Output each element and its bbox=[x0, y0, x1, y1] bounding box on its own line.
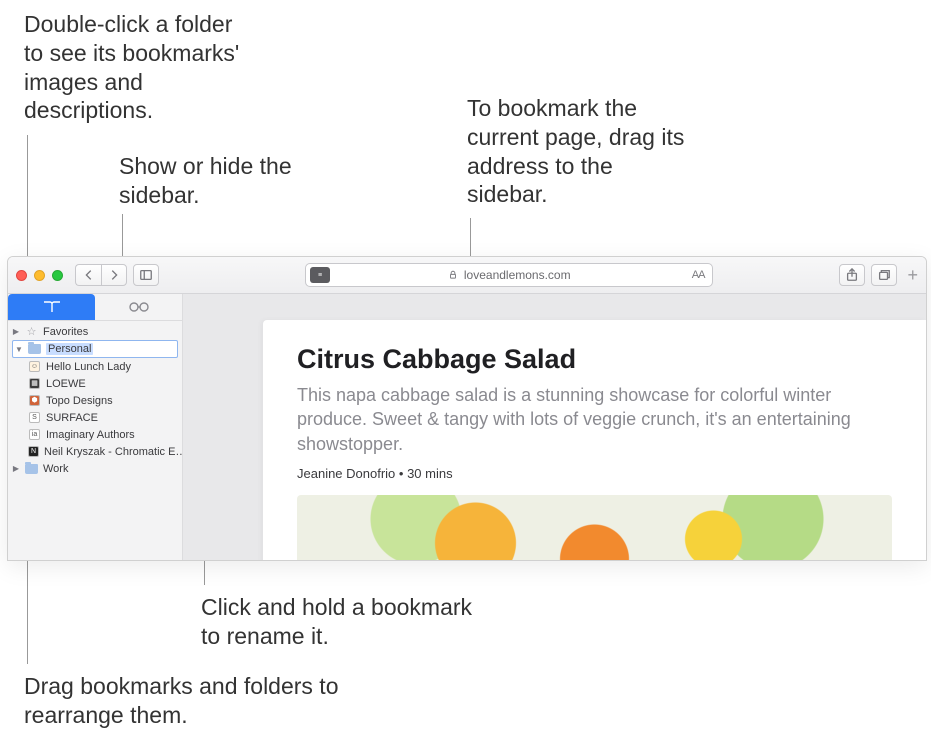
article-description: This napa cabbage salad is a stunning sh… bbox=[297, 383, 892, 456]
safari-window: ≡ loveandlemons.com AA + bbox=[7, 256, 927, 561]
minimize-button[interactable] bbox=[34, 270, 45, 281]
bookmarks-tab[interactable] bbox=[8, 294, 95, 320]
favicon-icon: ☺ bbox=[28, 360, 41, 373]
article-author: Jeanine Donofrio bbox=[297, 466, 395, 481]
share-button[interactable] bbox=[839, 264, 865, 286]
address-bar[interactable]: ≡ loveandlemons.com AA bbox=[305, 263, 713, 287]
disclosure-triangle-icon[interactable]: ▼ bbox=[15, 345, 23, 354]
bookmark-label: Neil Kryszak - Chromatic E… bbox=[44, 446, 182, 458]
favicon-icon: ▦ bbox=[28, 377, 41, 390]
bookmark-label: Hello Lunch Lady bbox=[46, 361, 131, 373]
new-tab-button[interactable]: + bbox=[907, 265, 918, 286]
favorites-icon: ☆ bbox=[25, 325, 38, 338]
callout-double-click: Double-click a folder to see its bookmar… bbox=[24, 10, 254, 125]
nav-back-forward bbox=[75, 264, 127, 286]
window-controls bbox=[16, 270, 63, 281]
article-byline: Jeanine Donofrio • 30 mins bbox=[297, 466, 892, 481]
tabs-button[interactable] bbox=[871, 264, 897, 286]
sidebar-folder-work[interactable]: ▶ Work bbox=[8, 460, 182, 477]
maximize-button[interactable] bbox=[52, 270, 63, 281]
callout-bookmark-drag: To bookmark the current page, drag its a… bbox=[467, 94, 697, 209]
disclosure-triangle-icon[interactable]: ▶ bbox=[12, 464, 20, 473]
bookmarks-list: ▶ ☆ Favorites ▼ Personal ☺ Hello Lunch L… bbox=[8, 321, 182, 477]
favicon-icon: S bbox=[28, 411, 41, 424]
bookmark-item[interactable]: ☺ Hello Lunch Lady bbox=[8, 358, 182, 375]
bookmark-label: LOEWE bbox=[46, 378, 86, 390]
disclosure-triangle-icon[interactable]: ▶ bbox=[12, 327, 20, 336]
bookmark-item[interactable]: ia Imaginary Authors bbox=[8, 426, 182, 443]
favicon-icon: ⬢ bbox=[28, 394, 41, 407]
article-title: Citrus Cabbage Salad bbox=[297, 344, 892, 375]
sidebar-folder-personal[interactable]: ▼ Personal bbox=[12, 340, 178, 358]
folder-label-editing[interactable]: Personal bbox=[46, 343, 93, 355]
favicon-icon: ia bbox=[28, 428, 41, 441]
text-size-button[interactable]: AA bbox=[692, 269, 705, 281]
folder-label: Favorites bbox=[43, 326, 88, 338]
bookmark-item[interactable]: S SURFACE bbox=[8, 409, 182, 426]
bookmark-label: Topo Designs bbox=[46, 395, 113, 407]
favicon-icon: N bbox=[28, 445, 39, 458]
forward-button[interactable] bbox=[101, 264, 127, 286]
reading-list-tab[interactable] bbox=[95, 294, 182, 320]
bookmark-label: SURFACE bbox=[46, 412, 98, 424]
callout-rearrange: Drag bookmarks and folders to rearrange … bbox=[24, 672, 374, 730]
callout-rename: Click and hold a bookmark to rename it. bbox=[201, 593, 481, 651]
page-content-area[interactable]: Citrus Cabbage Salad This napa cabbage s… bbox=[183, 294, 926, 560]
article-hero-image bbox=[297, 495, 892, 560]
folder-icon bbox=[25, 462, 38, 475]
reader-mode-icon[interactable]: ≡ bbox=[310, 267, 330, 283]
address-text: loveandlemons.com bbox=[464, 268, 571, 282]
close-button[interactable] bbox=[16, 270, 27, 281]
bookmarks-sidebar: ▶ ☆ Favorites ▼ Personal ☺ Hello Lunch L… bbox=[8, 294, 183, 560]
bookmark-item[interactable]: N Neil Kryszak - Chromatic E… bbox=[8, 443, 182, 460]
folder-label: Work bbox=[43, 463, 68, 475]
bookmark-item[interactable]: ▦ LOEWE bbox=[8, 375, 182, 392]
lock-icon bbox=[448, 270, 458, 280]
callout-show-hide: Show or hide the sidebar. bbox=[119, 152, 319, 210]
window-toolbar: ≡ loveandlemons.com AA + bbox=[8, 257, 926, 294]
bookmark-label: Imaginary Authors bbox=[46, 429, 135, 441]
bookmark-item[interactable]: ⬢ Topo Designs bbox=[8, 392, 182, 409]
back-button[interactable] bbox=[75, 264, 101, 286]
sidebar-toggle-button[interactable] bbox=[133, 264, 159, 286]
article-time: 30 mins bbox=[407, 466, 453, 481]
sidebar-folder-favorites[interactable]: ▶ ☆ Favorites bbox=[8, 323, 182, 340]
reader-article: Citrus Cabbage Salad This napa cabbage s… bbox=[263, 320, 926, 560]
folder-icon bbox=[28, 343, 41, 356]
